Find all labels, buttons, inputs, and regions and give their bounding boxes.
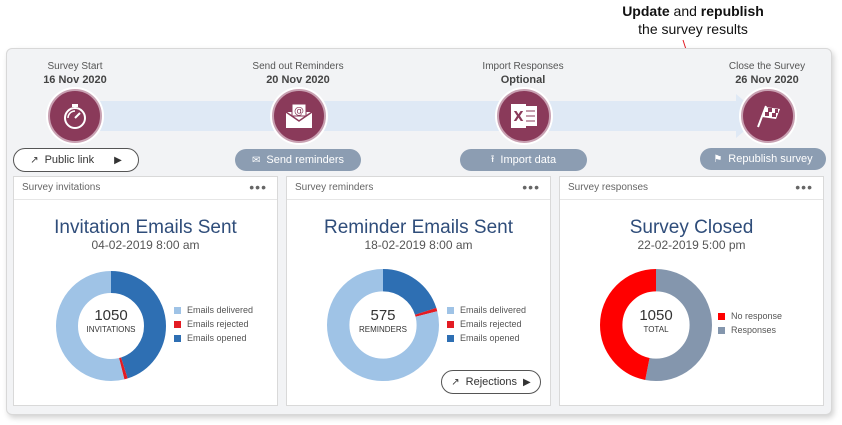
card-subtitle: 22-02-2019 5:00 pm [637,238,746,252]
legend-item: Emails delivered [174,303,253,317]
checkered-flag-icon[interactable] [741,89,795,143]
legend-swatch [447,306,454,314]
legend-label: Emails rejected [460,319,522,329]
legend-label: Emails delivered [187,305,254,315]
legend-label: Emails opened [460,333,520,343]
step-label: Survey Start [47,61,103,72]
donut-center: 1050 TOTAL [616,307,696,335]
chart-legend: Emails delivered Emails rejected Emails … [447,303,526,345]
center-label: TOTAL [643,325,669,334]
excel-icon[interactable]: X [497,89,551,143]
more-dots-icon[interactable]: ••• [522,179,540,195]
legend-label: Emails opened [187,333,247,343]
upload-icon: ⭱ [490,153,495,165]
legend-swatch [718,326,725,334]
card-headline: Invitation Emails Sent [54,217,237,238]
legend-item: No response [718,309,782,323]
legend-item: Emails rejected [174,317,253,331]
import-data-button[interactable]: ⭱ Import data [460,149,587,171]
card-survey-reminders: Survey reminders ••• Reminder Emails Sen… [286,176,551,406]
callout-annotation: Update and republish the survey results [600,2,786,38]
more-dots-icon[interactable]: ••• [249,179,267,195]
legend-swatch [174,334,181,342]
legend-label: Emails delivered [460,305,527,315]
callout-republish: republish [700,3,764,19]
card-survey-invitations: Survey invitations ••• Invitation Emails… [13,176,278,406]
external-link-icon: ↗ [30,154,39,166]
card-title: Survey invitations [22,182,101,193]
legend-swatch [718,312,725,320]
step-import-responses: Import Responses Optional [443,61,603,87]
step-date: 16 Nov 2020 [43,74,107,86]
donut-center: 1050 INVITATIONS [71,307,151,335]
center-value: 575 [370,307,396,324]
card-title: Survey reminders [295,182,374,193]
play-arrow-icon: ▶ [114,154,122,166]
donut-center: 575 REMINDERS [343,307,423,335]
callout-update: Update [622,3,670,19]
legend-item: Emails delivered [447,303,526,317]
card-title: Survey responses [568,182,649,193]
step-date: 20 Nov 2020 [266,74,330,86]
send-reminders-button[interactable]: ✉ Send reminders [235,149,361,171]
center-label: REMINDERS [358,325,407,334]
card-survey-responses: Survey responses ••• Survey Closed 22-02… [559,176,824,406]
legend-item: Emails rejected [447,317,526,331]
republish-survey-button[interactable]: ⚑ Republish survey [700,148,826,170]
chart-legend: No response Responses [718,309,782,337]
chart-legend: Emails delivered Emails rejected Emails … [174,303,253,345]
legend-item: Emails opened [174,331,253,345]
center-value: 1050 [94,307,128,324]
step-close-survey: Close the Survey 26 Nov 2020 [687,61,842,87]
card-subtitle: 04-02-2019 8:00 am [91,238,200,252]
svg-text:@: @ [294,106,304,117]
legend-item: Responses [718,323,782,337]
legend-swatch [447,320,454,328]
flag-icon: ⚑ [713,153,723,165]
step-label: Send out Reminders [252,61,344,72]
legend-swatch [174,320,181,328]
step-date: 26 Nov 2020 [735,74,799,86]
step-send-reminders: Send out Reminders 20 Nov 2020 [218,61,378,87]
center-label: INVITATIONS [86,325,136,334]
external-link-icon: ↗ [451,376,460,388]
callout-line2: the survey results [638,21,748,37]
legend-label: No response [731,311,783,321]
step-label: Import Responses [482,61,564,72]
card-divider [560,199,823,200]
legend-label: Emails rejected [187,319,249,329]
legend-item: Emails opened [447,331,526,345]
rejections-button[interactable]: ↗ Rejections ▶ [441,370,541,394]
republish-label: Republish survey [728,153,813,165]
svg-text:X: X [513,110,523,125]
card-divider [14,199,277,200]
card-headline: Reminder Emails Sent [323,217,514,238]
import-data-label: Import data [500,154,557,166]
envelope-icon: ✉ [251,154,261,166]
public-link-button[interactable]: ↗ Public link ▶ [13,148,139,172]
legend-label: Responses [731,325,777,335]
callout-and: and [669,3,701,19]
legend-swatch [174,306,181,314]
rejections-label: Rejections [465,376,518,388]
step-date: Optional [500,74,546,86]
card-headline: Survey Closed [629,217,754,238]
stopwatch-icon[interactable] [48,89,102,143]
legend-swatch [447,334,454,342]
public-link-label: Public link [44,154,95,166]
timeline-track [66,101,756,131]
play-arrow-icon: ▶ [523,376,531,388]
card-divider [287,199,550,200]
step-label: Close the Survey [728,61,806,72]
step-survey-start: Survey Start 16 Nov 2020 [0,61,155,87]
email-at-icon[interactable]: @ [272,89,326,143]
send-reminders-label: Send reminders [266,154,345,166]
more-dots-icon[interactable]: ••• [795,179,813,195]
center-value: 1050 [639,307,673,324]
card-subtitle: 18-02-2019 8:00 am [364,238,473,252]
